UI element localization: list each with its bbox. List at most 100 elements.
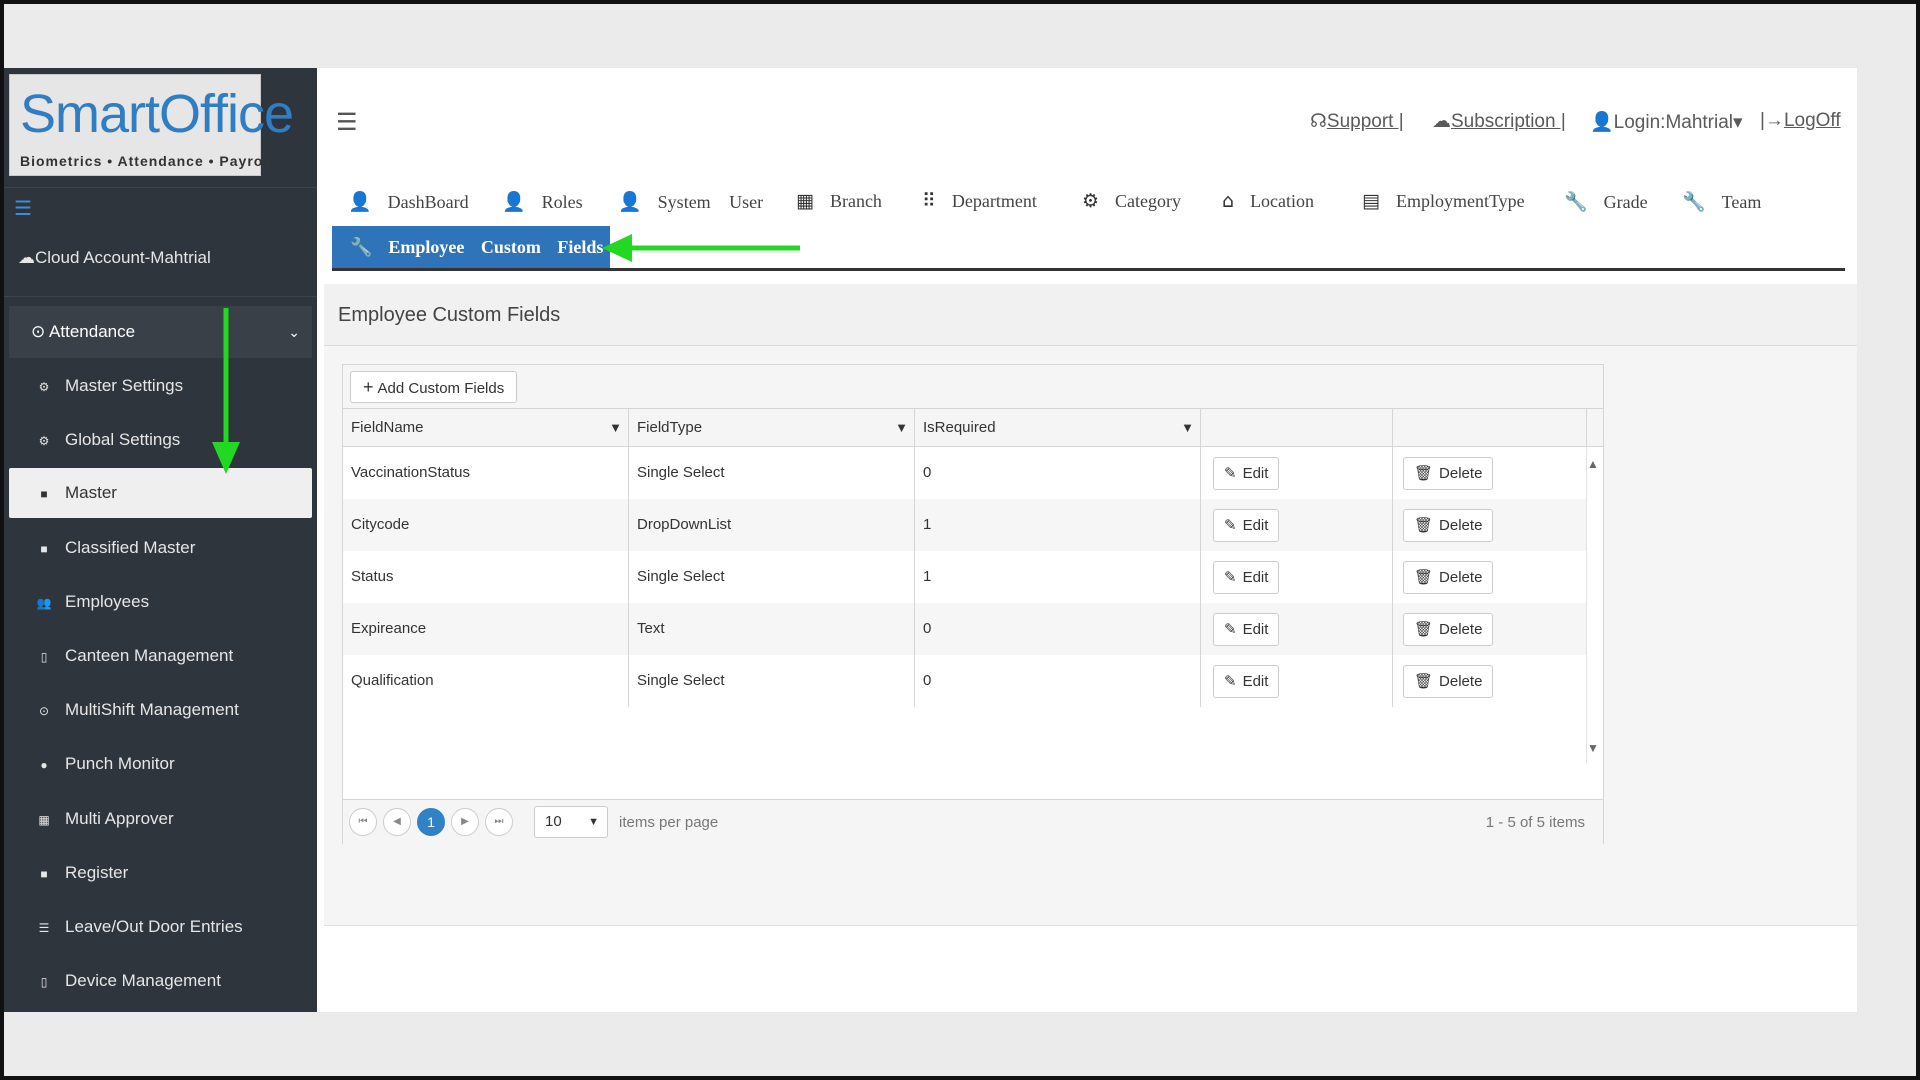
sidebar-item-register[interactable]: ■ Register <box>9 848 312 898</box>
cloud-icon: ☁ <box>18 248 35 267</box>
pencil-icon: ✎ <box>1224 464 1237 482</box>
delete-button[interactable]: 🗑 Delete <box>1403 509 1494 542</box>
next-page-button[interactable]: ▶ <box>451 808 479 836</box>
sidebar-item-global-settings[interactable]: ⚙ Global Settings <box>9 415 312 465</box>
first-page-button[interactable]: ⏮ <box>349 808 377 836</box>
edit-button[interactable]: ✎ Edit <box>1213 665 1280 698</box>
apps-icon: ⠿ <box>922 190 936 212</box>
tab-roles[interactable]: 👤 Roles <box>502 190 583 213</box>
tab-grade[interactable]: 🔧 Grade <box>1564 190 1648 213</box>
sidebar-item-multi-approver[interactable]: ▦ Multi Approver <box>9 794 312 844</box>
table-row: Qualification Single Select 0 ✎ Edit 🗑 Del… <box>343 655 1587 707</box>
column-label: FieldType <box>637 419 703 436</box>
custom-fields-grid: + Add Custom Fields FieldName ▼ FieldType ▼… <box>342 364 1604 845</box>
add-custom-fields-button[interactable]: + Add Custom Fields <box>350 371 518 403</box>
subscription-link[interactable]: ☁Subscription | <box>1432 110 1566 133</box>
previous-page-button[interactable]: ◀ <box>383 808 411 836</box>
edit-button[interactable]: ✎ Edit <box>1213 509 1280 542</box>
scroll-down-icon[interactable]: ▼ <box>1587 741 1599 755</box>
sidebar-item-canteen-management[interactable]: ▯ Canteen Management <box>9 631 312 681</box>
sidebar-item-master-settings[interactable]: ⚙ Master Settings <box>9 361 312 411</box>
tab-department[interactable]: ⠿ Department <box>922 190 1037 212</box>
vertical-scrollbar[interactable] <box>1586 447 1603 763</box>
cell-fieldtype: Single Select <box>629 447 915 499</box>
column-header-delete <box>1393 409 1587 447</box>
delete-button[interactable]: 🗑 Delete <box>1403 665 1494 698</box>
sidebar-item-device-management[interactable]: ▯ Device Management <box>9 956 312 1006</box>
sidebar-item-label: Canteen Management <box>65 646 234 665</box>
tab-system-user[interactable]: 👤 System User <box>618 190 763 213</box>
page-size-select[interactable]: 10 ▼ <box>534 806 608 838</box>
tab-team[interactable]: 🔧 Team <box>1682 190 1761 213</box>
square-icon: ■ <box>40 542 48 556</box>
cell-delete: 🗑 Delete <box>1393 499 1587 551</box>
support-link[interactable]: ☊Support | <box>1310 110 1404 133</box>
list-alt-icon: ▤ <box>1362 190 1380 212</box>
last-page-button[interactable]: ⏭ <box>485 808 513 836</box>
delete-button[interactable]: 🗑 Delete <box>1403 561 1494 594</box>
delete-label: Delete <box>1439 621 1483 638</box>
edit-button[interactable]: ✎ Edit <box>1213 457 1280 490</box>
annotation-arrow-left-icon <box>602 234 800 262</box>
tab-category[interactable]: ⚙ Category <box>1082 190 1181 212</box>
delete-button[interactable]: 🗑 Delete <box>1403 613 1494 646</box>
sidebar-item-label: MultiShift Management <box>65 700 239 719</box>
sidebar-item-label: Punch Monitor <box>65 754 175 773</box>
tab-label: Branch <box>829 191 882 211</box>
column-header-fieldtype[interactable]: FieldType ▼ <box>629 409 915 447</box>
sidebar-item-classified-master[interactable]: ■ Classified Master <box>9 523 312 573</box>
wrench-icon: 🔧 <box>1682 191 1706 213</box>
sidebar-item-label: Register <box>65 863 129 882</box>
tab-location[interactable]: ⌂ Location <box>1222 190 1314 212</box>
clock-icon: ⊙ <box>31 322 46 341</box>
sidebar-item-leave-out-door-entries[interactable]: ☰ Leave/Out Door Entries <box>9 902 312 952</box>
delete-label: Delete <box>1439 569 1483 586</box>
current-page-button[interactable]: 1 <box>417 808 445 836</box>
filter-icon[interactable]: ▼ <box>895 409 908 447</box>
tab-dashboard[interactable]: 👤 DashBoard <box>348 190 469 213</box>
tab-underline <box>332 268 1845 271</box>
square-icon: ■ <box>40 867 48 881</box>
tab-employee-custom-fields[interactable]: 🔧 Employee Custom Fields <box>332 226 610 268</box>
user-icon: 👤 <box>502 191 526 213</box>
items-per-page-label: items per page <box>619 814 719 831</box>
headset-icon: ☊ <box>1310 111 1327 132</box>
tab-label: DashBoard <box>387 192 469 212</box>
cloud-account[interactable]: ☁Cloud Account-Mahtrial <box>18 248 211 268</box>
column-header-isrequired[interactable]: IsRequired ▼ <box>915 409 1201 447</box>
edit-label: Edit <box>1242 569 1269 586</box>
column-header-fieldname[interactable]: FieldName ▼ <box>343 409 629 447</box>
sidebar-section-attendance[interactable]: ⊙ Attendance ⌄ <box>9 306 312 358</box>
grid-header: FieldName ▼ FieldType ▼ IsRequired ▼ <box>343 409 1603 447</box>
tab-employmenttype[interactable]: ▤ EmploymentType <box>1362 190 1525 212</box>
table-row: Expireance Text 0 ✎ Edit 🗑 Delete <box>343 603 1587 655</box>
account-label: Cloud Account-Mahtrial <box>35 248 211 267</box>
circle-icon: ● <box>40 758 48 772</box>
first-page-icon: ⏮ <box>358 816 368 827</box>
grid-toolbar: + Add Custom Fields <box>343 365 1603 409</box>
sidebar-item-label: Master <box>65 483 117 502</box>
delete-button[interactable]: 🗑 Delete <box>1403 457 1494 490</box>
section-label: Attendance <box>49 322 136 341</box>
sidebar-item-multishift-management[interactable]: ⊙ MultiShift Management <box>9 685 312 735</box>
edit-label: Edit <box>1242 621 1269 638</box>
login-dropdown[interactable]: 👤Login:Mahtrial▾ <box>1590 110 1743 134</box>
sidebar: SmartOffice Biometrics • Attendance • Pa… <box>4 68 317 1012</box>
tab-label: Department <box>951 191 1037 211</box>
edit-button[interactable]: ✎ Edit <box>1213 561 1280 594</box>
logo: SmartOffice Biometrics • Attendance • Pa… <box>9 74 294 176</box>
sidebar-item-punch-monitor[interactable]: ● Punch Monitor <box>9 739 312 789</box>
sidebar-item-label: Classified Master <box>65 538 196 557</box>
sidebar-item-label: Multi Approver <box>65 809 174 828</box>
logoff-link[interactable]: |→LogOff <box>1760 110 1841 132</box>
tab-branch[interactable]: ▦ Branch <box>796 190 882 212</box>
sidebar-menu-icon[interactable]: ☰ <box>14 196 32 221</box>
cell-fieldname: Citycode <box>343 499 629 551</box>
filter-icon[interactable]: ▼ <box>609 409 622 447</box>
edit-button[interactable]: ✎ Edit <box>1213 613 1280 646</box>
filter-icon[interactable]: ▼ <box>1181 409 1194 447</box>
scroll-up-icon[interactable]: ▲ <box>1587 457 1599 471</box>
sidebar-item-employees[interactable]: 👥 Employees <box>9 577 312 627</box>
menu-toggle-icon[interactable]: ☰ <box>336 108 358 137</box>
sidebar-item-master[interactable]: ■ Master <box>9 468 312 518</box>
